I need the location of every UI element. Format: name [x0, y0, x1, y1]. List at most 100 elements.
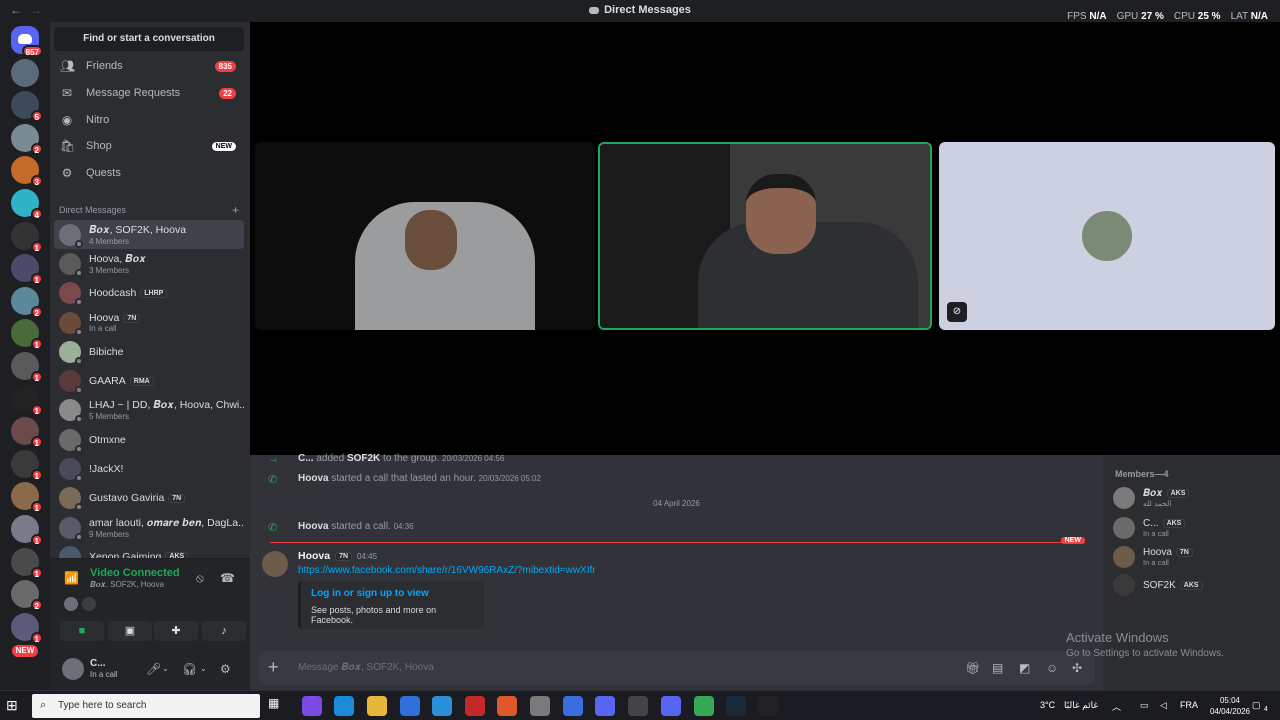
user-avatar[interactable] — [62, 658, 84, 680]
windows-start-icon[interactable]: ⊞ — [6, 697, 24, 715]
server-icon[interactable] — [11, 58, 39, 87]
clan-tag[interactable]: 7N — [335, 551, 353, 561]
server-icon[interactable]: 1 — [11, 514, 43, 546]
server-icon[interactable]: 1 — [11, 449, 43, 481]
nav-friends[interactable]: 👥︎ Friends 835 — [54, 54, 244, 78]
server-icon[interactable]: 3 — [11, 156, 43, 188]
file-explorer-icon[interactable] — [367, 696, 387, 716]
dm-item[interactable]: LHAJ ~ | DD, 𝑩𝒐𝒙, Hoova, Chwi... 5 Member… — [54, 396, 244, 425]
member-item[interactable]: 𝑩𝒐𝒙 AKS الحمد لله — [1113, 485, 1273, 511]
store-icon[interactable] — [432, 696, 452, 716]
app-icon[interactable] — [530, 696, 550, 716]
username[interactable]: C... — [90, 658, 106, 669]
dm-item[interactable]: GAARA RMA — [54, 366, 244, 395]
member-item[interactable]: C... AKS In a call — [1113, 515, 1273, 541]
server-icon[interactable]: 1 — [11, 254, 43, 286]
nav-message-requests[interactable]: ✉ Message Requests 22 — [54, 81, 244, 105]
message-link[interactable]: https://www.facebook.com/share/r/16VW96R… — [298, 565, 596, 576]
member-item[interactable]: Hoova 7N In a call — [1113, 544, 1273, 570]
dm-item[interactable]: Hoodcash LHRP — [54, 279, 244, 308]
network-icon[interactable]: ▭ — [1140, 700, 1149, 711]
gear-icon[interactable]: ⚙ — [220, 662, 231, 676]
disconnect-icon[interactable]: ☎ — [220, 571, 235, 585]
noise-suppression-icon[interactable]: ⦸ — [196, 571, 204, 586]
server-icon[interactable]: 1 — [11, 482, 43, 514]
terminal-icon[interactable] — [758, 696, 778, 716]
chevron-down-icon[interactable]: ⌄ — [200, 664, 207, 673]
attach-plus-icon[interactable]: + — [268, 657, 279, 678]
apps-icon[interactable]: ✣ — [1072, 661, 1082, 675]
server-icon[interactable]: 2 — [11, 123, 43, 155]
avatar-tile[interactable]: ⊘ — [939, 142, 1275, 330]
embed-title[interactable]: Log in or sign up to view — [311, 588, 474, 599]
copilot-icon[interactable] — [302, 696, 322, 716]
member-item[interactable]: SOF2K AKS — [1113, 572, 1273, 598]
soundboard-button[interactable]: ♪ — [202, 621, 246, 641]
server-icon[interactable]: 1 — [11, 384, 43, 416]
find-conversation-button[interactable]: Find or start a conversation — [54, 27, 244, 51]
nav-nitro[interactable]: ◉ Nitro — [54, 108, 244, 132]
dm-item[interactable]: amar laouti, 𝒐𝒎𝒂𝒓𝒆 𝒃𝒆𝒏, DagLa... 9 Member… — [54, 513, 244, 542]
dm-item[interactable]: Hoova 7N In a call — [54, 308, 244, 337]
app-icon[interactable] — [465, 696, 485, 716]
participant-avatar[interactable] — [82, 597, 96, 611]
camera-button[interactable]: ■ — [60, 621, 104, 641]
weather-text[interactable]: غائم غالبًا — [1064, 700, 1098, 711]
emoji-icon[interactable]: ☺ — [1046, 661, 1058, 675]
chrome-icon[interactable] — [694, 696, 714, 716]
dm-item[interactable]: !JackX! — [54, 454, 244, 483]
chevron-down-icon[interactable]: ⌄ — [162, 664, 169, 673]
server-icon[interactable]: 1 — [11, 351, 43, 383]
screen-share-button[interactable]: ▣ — [108, 621, 152, 641]
dm-item[interactable]: 𝑩𝒐𝒙, SOF2K, Hoova 4 Members — [54, 220, 244, 250]
app-icon[interactable] — [400, 696, 420, 716]
nav-quests[interactable]: ⚙ Quests — [54, 161, 244, 185]
signal-icon[interactable]: 📶 — [64, 571, 79, 585]
sticker-icon[interactable]: ◩ — [1019, 661, 1030, 675]
gift-icon[interactable]: 🎁︎ — [965, 661, 980, 675]
message-input[interactable]: Message 𝑩𝒐𝒙, SOF2K, Hoova — [298, 662, 434, 673]
create-dm-plus-icon[interactable]: + — [232, 203, 239, 217]
weather-temperature[interactable]: 3°C — [1040, 700, 1055, 710]
server-icon[interactable]: 2 — [11, 286, 43, 318]
activities-button[interactable]: ✚ — [154, 621, 198, 641]
server-icon[interactable]: 1 — [11, 417, 43, 449]
message-avatar[interactable] — [262, 551, 288, 577]
headphones-icon[interactable]: 🎧︎ — [182, 662, 197, 676]
microphone-icon[interactable]: 🎤︎ — [146, 662, 161, 676]
gif-icon[interactable]: ▤ — [992, 661, 1003, 675]
dm-item[interactable]: Gustavo Gaviria 7N — [54, 484, 244, 513]
nav-shop[interactable]: 🛍︎ Shop NEW — [54, 134, 244, 158]
voice-status[interactable]: Video Connected — [90, 567, 180, 579]
video-tile[interactable] — [255, 142, 595, 330]
volume-icon[interactable]: ◁ — [1160, 700, 1167, 711]
taskbar-search[interactable]: ⌕ Type here to search — [32, 694, 260, 718]
server-icon[interactable]: 5 — [11, 91, 43, 123]
message-author[interactable]: Hoova — [298, 550, 330, 562]
taskbar-clock[interactable]: 05:04 04/04/2026 — [1210, 695, 1250, 717]
app-icon[interactable] — [563, 696, 583, 716]
task-view-icon[interactable]: ▦ — [268, 696, 288, 716]
server-icon[interactable]: 2 — [11, 580, 43, 612]
video-tile-speaking[interactable] — [598, 142, 932, 330]
dm-item[interactable]: Otmxne — [54, 425, 244, 454]
dm-item[interactable]: Hoova, 𝑩𝒐𝒙 3 Members — [54, 249, 244, 278]
obs-icon[interactable] — [628, 696, 648, 716]
server-icon[interactable]: 4 — [11, 188, 43, 220]
server-icon[interactable]: 1 — [11, 221, 43, 253]
server-icon[interactable]: 1 — [11, 319, 43, 351]
participant-avatar[interactable] — [64, 597, 78, 611]
brave-icon[interactable] — [497, 696, 517, 716]
edge-icon[interactable] — [334, 696, 354, 716]
server-icon[interactable]: 1 — [11, 547, 43, 579]
new-unreads-pill[interactable]: NEW — [12, 645, 38, 658]
discord-icon[interactable] — [595, 696, 615, 716]
steam-icon[interactable] — [726, 696, 746, 716]
notification-icon[interactable]: ▢ — [1252, 700, 1261, 711]
dm-item[interactable]: Bibiche — [54, 337, 244, 366]
tray-chevron-icon[interactable]: ︿ — [1112, 700, 1121, 713]
language-indicator[interactable]: FRA — [1180, 700, 1198, 710]
server-icon[interactable]: 1 — [11, 612, 43, 644]
home-button[interactable]: 857 — [11, 26, 43, 57]
discord-icon[interactable] — [661, 696, 681, 716]
